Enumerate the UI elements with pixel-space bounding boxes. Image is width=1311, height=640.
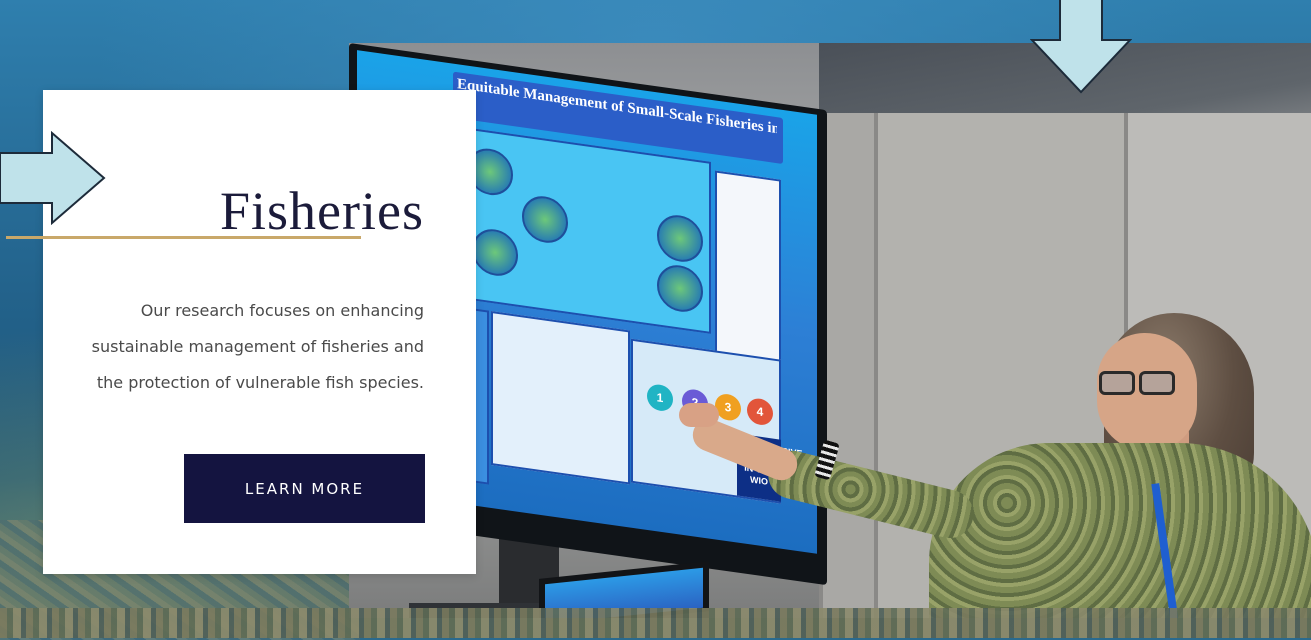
arrow-right-icon <box>0 131 106 225</box>
fisheries-card: Fisheries Our research focuses on enhanc… <box>6 90 476 574</box>
presenter-torso <box>929 443 1311 618</box>
presenter-hand <box>679 403 719 427</box>
booth-photo: Equitable Management of Small-Scale Fish… <box>349 43 1311 618</box>
arrow-down-icon <box>1030 0 1132 94</box>
title-divider <box>6 236 361 239</box>
presenter-glasses <box>1099 371 1179 395</box>
glasses-lens-left <box>1099 371 1135 395</box>
section-title: Fisheries <box>220 181 424 242</box>
poster-panel-side <box>715 170 781 364</box>
learn-more-button[interactable]: LEARN MORE <box>184 454 425 523</box>
poster-panel-body <box>491 310 630 485</box>
glasses-lens-right <box>1139 371 1175 395</box>
coral-reef-bottom <box>0 608 1311 638</box>
section-description: Our research focuses on enhancing sustai… <box>91 301 424 392</box>
